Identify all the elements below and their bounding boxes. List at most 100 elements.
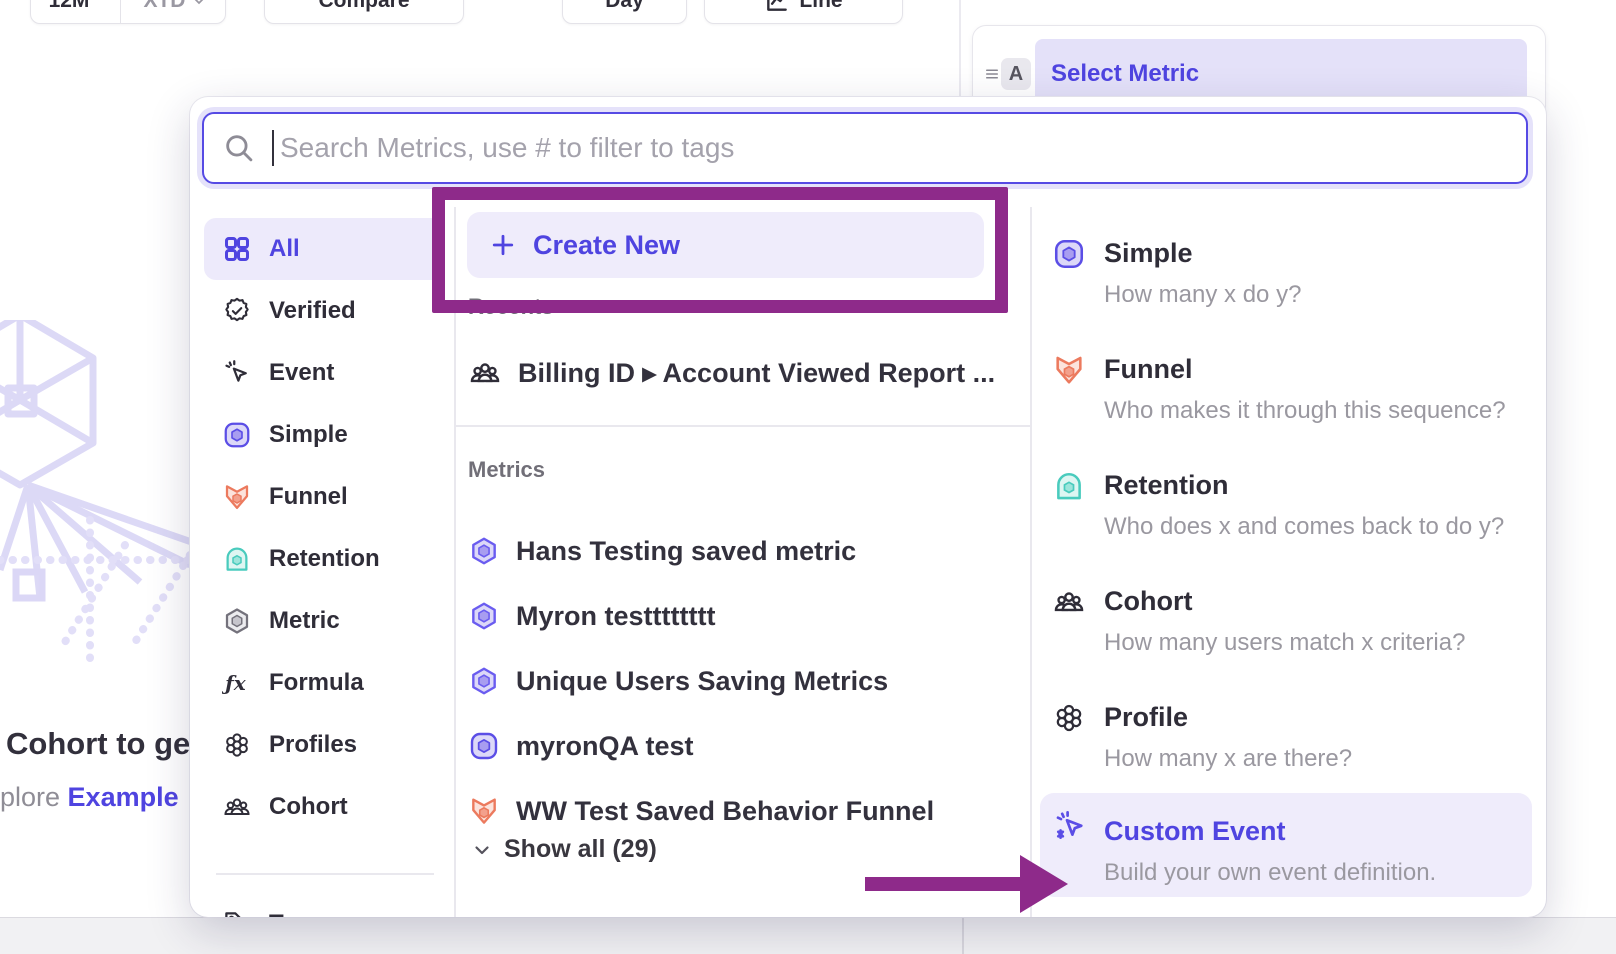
- verified-badge-icon: [222, 296, 252, 326]
- sidebar-item-retention[interactable]: Retention: [204, 528, 444, 590]
- metric-type-cohort[interactable]: Cohort: [1104, 586, 1192, 617]
- metric-search-box[interactable]: [202, 112, 1528, 184]
- recents-divider: [455, 425, 1030, 427]
- range-xtd-label: XTD: [143, 0, 185, 13]
- sidebar-item-tags[interactable]: Tags: [204, 893, 444, 917]
- range-xtd-button[interactable]: XTD: [120, 0, 229, 23]
- drag-handle-icon[interactable]: [983, 65, 1001, 83]
- compare-label: Compare: [318, 0, 409, 13]
- caret-down-icon: [191, 0, 207, 9]
- metric-type-retention[interactable]: Retention: [1104, 470, 1229, 501]
- chart-type-button[interactable]: Line: [704, 0, 903, 24]
- sidebar-item-all[interactable]: All: [204, 218, 444, 280]
- search-icon: [222, 131, 256, 165]
- metric-list-item[interactable]: Hans Testing saved metric: [468, 530, 856, 572]
- text-cursor: [272, 130, 274, 166]
- column-divider-right: [1030, 207, 1032, 917]
- cohort-people-icon: [468, 356, 502, 390]
- show-all-label: Show all (29): [504, 835, 657, 864]
- granularity-label: Day: [605, 0, 644, 13]
- metric-type-cohort-description: How many users match x criteria?: [1104, 629, 1465, 657]
- sidebar-item-verified[interactable]: Verified: [204, 280, 444, 342]
- sidebar-item-cohort[interactable]: Cohort: [204, 776, 444, 838]
- funnel-icon: [468, 795, 500, 827]
- footer-divider: [962, 918, 964, 954]
- grid-icon: [222, 234, 252, 264]
- select-metric-label: Select Metric: [1051, 60, 1199, 88]
- metrics-header: Metrics: [468, 457, 545, 483]
- formula-fx-icon: ƒx: [222, 668, 252, 698]
- sidebar-item-profiles[interactable]: Profiles: [204, 714, 444, 776]
- sidebar-item-label: All: [269, 235, 300, 263]
- sidebar-item-label: Profiles: [269, 731, 357, 759]
- app-window: 12M XTD Compare Day Line A Select Metric: [0, 0, 1616, 954]
- funnel-icon: [1052, 353, 1086, 387]
- saved-metric-hexagon-icon: [468, 665, 500, 697]
- metric-type-simple[interactable]: Simple: [1104, 238, 1193, 269]
- sidebar-item-label: Funnel: [269, 483, 348, 511]
- range-12m-label: 12M: [49, 0, 90, 13]
- metric-type-funnel[interactable]: Funnel: [1104, 354, 1193, 385]
- retention-arch-icon: [222, 544, 252, 574]
- sidebar-item-label: Retention: [269, 545, 380, 573]
- metric-index-badge: A: [1001, 58, 1031, 90]
- annotation-highlight-rectangle: [432, 187, 1008, 313]
- saved-metric-hexagon-icon: [468, 535, 500, 567]
- sidebar-item-metric[interactable]: Metric: [204, 590, 444, 652]
- granularity-button[interactable]: Day: [562, 0, 687, 24]
- simple-metric-icon: [222, 420, 252, 450]
- date-range-segmented-control[interactable]: 12M XTD: [30, 0, 226, 24]
- chart-type-label: Line: [799, 0, 842, 13]
- background-headline-fragment: Cohort to ge: [6, 726, 190, 762]
- saved-metric-hexagon-icon: [468, 600, 500, 632]
- metric-list-item[interactable]: myronQA test: [468, 725, 694, 767]
- range-12m-button[interactable]: 12M: [27, 0, 112, 23]
- metric-list-item[interactable]: Unique Users Saving Metrics: [468, 660, 888, 702]
- event-cursor-icon: [222, 358, 252, 388]
- cohort-people-icon: [222, 792, 252, 822]
- metric-hexagon-icon: [222, 606, 252, 636]
- sidebar-item-formula[interactable]: ƒx Formula: [204, 652, 444, 714]
- metric-type-profile[interactable]: Profile: [1104, 702, 1188, 733]
- line-chart-icon: [764, 0, 790, 14]
- sidebar-item-label: Formula: [269, 669, 364, 697]
- sidebar-item-event[interactable]: Event: [204, 342, 444, 404]
- custom-event-cursor-icon: [1052, 809, 1088, 845]
- background-subline: plore Example: [0, 782, 179, 813]
- metric-list-item[interactable]: Myron testttttttt: [468, 595, 715, 637]
- metric-item-label: Myron testttttttt: [516, 601, 715, 632]
- sidebar-item-label: Tags: [269, 910, 323, 917]
- sidebar-item-label: Simple: [269, 421, 348, 449]
- metric-item-label: WW Test Saved Behavior Funnel: [516, 796, 934, 827]
- sidebar-item-label: Event: [269, 359, 334, 387]
- metric-type-retention-description: Who does x and comes back to do y?: [1104, 513, 1504, 541]
- funnel-icon: [222, 482, 252, 512]
- column-divider-left: [454, 207, 456, 917]
- metric-item-label: Unique Users Saving Metrics: [516, 666, 888, 697]
- example-link[interactable]: Example: [68, 782, 179, 812]
- metric-type-funnel-description: Who makes it through this sequence?: [1104, 397, 1506, 425]
- background-wireframe-illustration: [0, 320, 200, 670]
- metric-type-profile-description: How many x are there?: [1104, 745, 1352, 773]
- metric-item-label: Hans Testing saved metric: [516, 536, 856, 567]
- metric-type-simple-description: How many x do y?: [1104, 281, 1301, 309]
- sidebar-divider: [216, 873, 434, 875]
- simple-metric-icon: [1052, 237, 1086, 271]
- show-all-toggle[interactable]: Show all (29): [470, 835, 657, 864]
- svg-text:ƒx: ƒx: [222, 671, 247, 695]
- search-input[interactable]: [278, 131, 1508, 165]
- sidebar-item-label: Verified: [269, 297, 356, 325]
- metric-type-custom-event[interactable]: Custom Event: [1104, 816, 1286, 847]
- metric-list-item[interactable]: WW Test Saved Behavior Funnel: [468, 790, 934, 832]
- sidebar-item-simple[interactable]: Simple: [204, 404, 444, 466]
- recent-item-label: Billing ID ▸ Account Viewed Report ...: [518, 358, 995, 389]
- metric-item-label: myronQA test: [516, 731, 694, 762]
- background-subline-fragment: plore: [0, 782, 68, 812]
- page-footer-strip: [0, 917, 1616, 954]
- sidebar-item-label: Cohort: [269, 793, 348, 821]
- simple-metric-icon: [468, 730, 500, 762]
- sidebar-item-funnel[interactable]: Funnel: [204, 466, 444, 528]
- metric-type-custom-event-description: Build your own event definition.: [1104, 859, 1436, 887]
- recent-item[interactable]: Billing ID ▸ Account Viewed Report ...: [468, 352, 995, 394]
- compare-button[interactable]: Compare: [264, 0, 464, 24]
